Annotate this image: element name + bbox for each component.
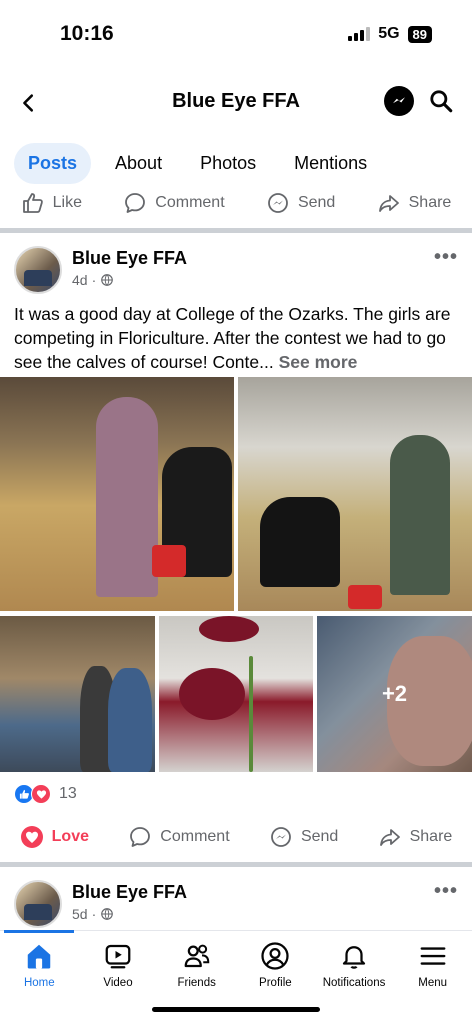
nav-profile[interactable]: Profile [236,941,315,989]
status-time: 10:16 [60,22,114,45]
see-more-link[interactable]: See more [279,352,358,372]
share-label: Share [409,828,453,845]
photo-figure [96,397,158,597]
photo-figure [260,497,340,587]
tab-posts[interactable]: Posts [14,143,92,184]
post-text: It was a good day at College of the Ozar… [14,302,460,374]
send-button[interactable]: Send [266,191,335,215]
photo-figure [179,668,245,720]
like-label: Like [52,194,82,211]
nav-friends-label: Friends [177,977,216,989]
thumbs-up-icon [22,193,43,213]
share-button[interactable]: Share [378,825,453,849]
photo-figure [199,616,259,642]
photo-figure [152,545,186,577]
share-icon [378,195,399,212]
search-icon [430,90,453,113]
menu-icon [420,947,446,965]
nav-video-label: Video [103,977,133,989]
page-action-row: Like Comment Send Share [0,186,472,220]
share-label: Share [408,194,452,211]
post-photo-2[interactable] [238,377,472,611]
video-icon [105,944,131,969]
more-photos-overlay[interactable]: +2 [317,616,472,772]
send-button[interactable]: Send [269,825,338,849]
status-indicators: 5G 89 [348,25,432,43]
like-button[interactable]: Like [21,191,82,215]
page-header: Blue Eye FFA [0,80,472,126]
comment-icon [125,193,146,213]
post-header: Blue Eye FFA 4d · ••• [14,246,458,298]
love-button[interactable]: Love [20,825,89,849]
more-options-button[interactable]: ••• [434,880,458,903]
photo-figure [108,668,152,772]
post-header: Blue Eye FFA 5d · ••• [14,880,458,932]
reaction-count: 13 [59,785,77,802]
messenger-button[interactable] [384,86,414,116]
post-meta: 4d · [72,272,114,288]
profile-icon [261,942,289,970]
more-options-button[interactable]: ••• [434,246,458,269]
home-indicator [152,1007,320,1012]
comment-button[interactable]: Comment [128,825,230,849]
post-photo-4[interactable] [159,616,313,772]
feed-divider [0,862,472,867]
battery-icon: 89 [407,25,432,43]
post-author[interactable]: Blue Eye FFA [72,248,187,269]
nav-friends[interactable]: Friends [157,941,236,989]
photo-figure [249,656,253,772]
feed-divider [0,228,472,233]
comment-label: Comment [155,194,225,211]
share-button[interactable]: Share [377,191,452,215]
messenger-icon [393,97,405,104]
post-meta: 5d · [72,906,114,922]
send-label: Send [297,194,336,211]
post-action-row: Love Comment Send Share [0,820,472,854]
search-button[interactable] [426,86,456,116]
post-body: It was a good day at College of the Ozar… [14,304,451,372]
status-bar: 10:16 5G 89 [0,0,472,70]
heart-icon [20,826,43,848]
friends-icon [184,944,209,968]
messenger-icon [268,193,288,213]
post-author[interactable]: Blue Eye FFA [72,882,187,903]
comment-icon [130,827,151,847]
nav-notifications-label: Notifications [322,977,386,989]
active-tab-indicator [4,930,74,933]
share-icon [379,829,400,846]
send-label: Send [300,828,339,845]
tab-photos[interactable]: Photos [186,143,270,184]
comment-label: Comment [160,828,230,845]
post-photo-3[interactable] [0,616,155,772]
globe-icon [101,908,114,920]
post-time[interactable]: 5d [72,906,88,922]
nav-menu-label: Menu [418,977,448,989]
nav-notifications[interactable]: Notifications [315,941,394,989]
reactions-summary[interactable]: 13 [14,784,77,804]
home-icon [28,944,51,969]
nav-video[interactable]: Video [79,941,158,989]
nav-home-label: Home [23,977,55,989]
avatar[interactable] [14,246,62,294]
nav-profile-label: Profile [259,977,292,989]
messenger-icon [271,827,291,847]
signal-icon [348,27,371,41]
network-label: 5G [378,25,400,42]
love-reaction-icon [31,784,51,804]
globe-icon [101,274,114,286]
love-label: Love [51,828,89,845]
page-tabs: Posts About Photos Mentions [14,143,391,184]
bell-icon [342,946,366,969]
post-photo-1[interactable] [0,377,234,611]
post-photo-5[interactable]: +2 [317,616,472,772]
tab-mentions[interactable]: Mentions [280,143,381,184]
post-time[interactable]: 4d [72,272,88,288]
photo-figure [348,585,382,609]
nav-home[interactable]: Home [0,941,79,989]
nav-menu[interactable]: Menu [393,941,472,989]
avatar[interactable] [14,880,62,928]
tab-about[interactable]: About [101,143,176,184]
photo-figure [390,435,450,595]
comment-button[interactable]: Comment [123,191,225,215]
